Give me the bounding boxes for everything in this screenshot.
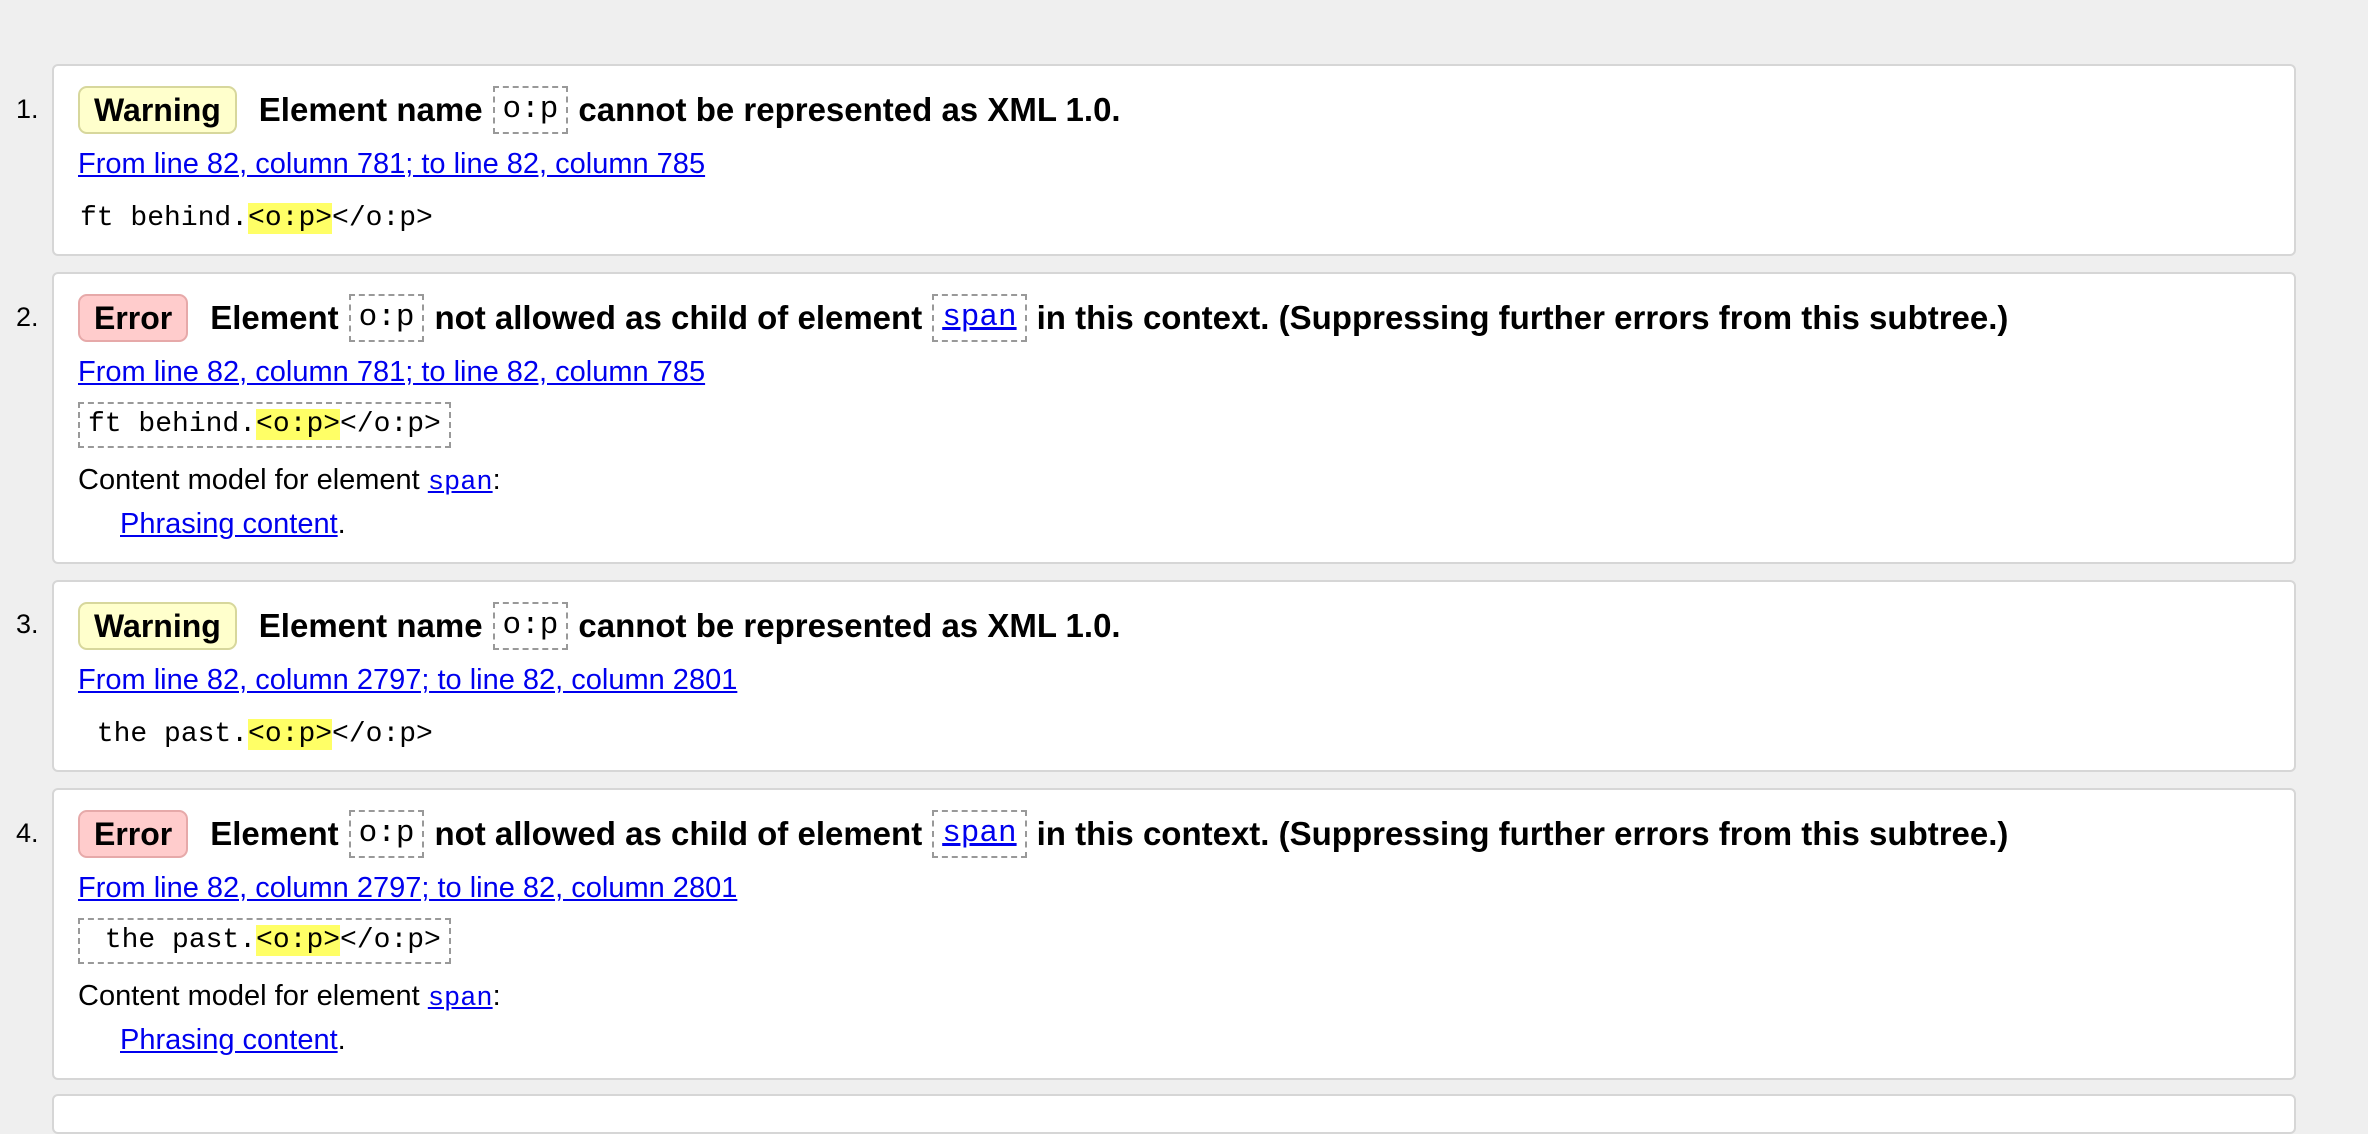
source-location-link[interactable]: From line 82, column 781; to line 82, co… bbox=[78, 148, 705, 181]
extract-highlight: <o:p> bbox=[248, 203, 333, 234]
content-model-period: . bbox=[337, 508, 346, 540]
extract-text: ft behind. bbox=[88, 409, 257, 440]
content-model-detail: Phrasing content. bbox=[120, 1024, 346, 1057]
message-text: in this context. (Suppressing further er… bbox=[1036, 299, 2009, 336]
extract-text: </o:p> bbox=[332, 719, 433, 750]
message-text: cannot be represented as XML 1.0. bbox=[578, 91, 1121, 128]
parent-element-code: span bbox=[932, 294, 1027, 342]
content-model-period: . bbox=[337, 1024, 346, 1056]
message-text: not allowed as child of element bbox=[434, 299, 923, 336]
message-title: Warning Element name o:p cannot be repre… bbox=[78, 86, 1121, 134]
span-element-link[interactable]: span bbox=[428, 468, 493, 498]
extract-highlight: <o:p> bbox=[256, 409, 341, 440]
message-number: 3. bbox=[16, 609, 39, 639]
message-title: Error Element o:p not allowed as child o… bbox=[78, 294, 2008, 342]
extract-text: </o:p> bbox=[332, 203, 433, 234]
element-code: o:p bbox=[348, 294, 425, 342]
warning-badge: Warning bbox=[78, 602, 237, 650]
message-number: 1. bbox=[16, 94, 39, 124]
extract-text: </o:p> bbox=[340, 409, 441, 440]
span-element-link[interactable]: span bbox=[942, 816, 1016, 851]
message-text: cannot be represented as XML 1.0. bbox=[578, 607, 1121, 644]
source-extract: ft behind.<o:p></o:p> bbox=[78, 402, 451, 448]
extract-highlight: <o:p> bbox=[248, 719, 333, 750]
source-extract: ft behind.<o:p></o:p> bbox=[70, 196, 443, 242]
source-location-link[interactable]: From line 82, column 2797; to line 82, c… bbox=[78, 872, 737, 905]
error-badge: Error bbox=[78, 810, 189, 858]
span-element-link[interactable]: span bbox=[428, 984, 493, 1014]
extract-text: ft behind. bbox=[80, 203, 249, 234]
message-text: in this context. (Suppressing further er… bbox=[1036, 815, 2009, 852]
message-text: Element name bbox=[258, 607, 483, 644]
content-model-line: Content model for element span: bbox=[78, 980, 501, 1014]
message-item-warning: Warning Element name o:p cannot be repre… bbox=[52, 580, 2296, 772]
phrasing-content-link[interactable]: Phrasing content bbox=[120, 508, 338, 540]
message-item-partial bbox=[52, 1094, 2296, 1134]
message-number: 2. bbox=[16, 302, 39, 332]
content-model-colon: : bbox=[492, 980, 501, 1012]
span-element-link[interactable]: span bbox=[942, 300, 1016, 335]
message-title: Error Element o:p not allowed as child o… bbox=[78, 810, 2008, 858]
extract-text: the past. bbox=[80, 719, 249, 750]
message-text: Element bbox=[210, 815, 339, 852]
source-extract: the past.<o:p></o:p> bbox=[78, 918, 451, 964]
error-badge: Error bbox=[78, 294, 189, 342]
message-text: Element name bbox=[258, 91, 483, 128]
source-extract: the past.<o:p></o:p> bbox=[70, 712, 443, 758]
content-model-detail: Phrasing content. bbox=[120, 508, 346, 541]
content-model-line: Content model for element span: bbox=[78, 464, 501, 498]
message-title: Warning Element name o:p cannot be repre… bbox=[78, 602, 1121, 650]
phrasing-content-link[interactable]: Phrasing content bbox=[120, 1024, 338, 1056]
element-code: o:p bbox=[492, 86, 569, 134]
message-item-error: Error Element o:p not allowed as child o… bbox=[52, 272, 2296, 564]
content-model-label: Content model for element bbox=[78, 980, 420, 1012]
extract-text: the past. bbox=[88, 925, 257, 956]
parent-element-code: span bbox=[932, 810, 1027, 858]
content-model-label: Content model for element bbox=[78, 464, 420, 496]
element-code: o:p bbox=[348, 810, 425, 858]
extract-text: </o:p> bbox=[340, 925, 441, 956]
message-item-warning: Warning Element name o:p cannot be repre… bbox=[52, 64, 2296, 256]
message-text: Element bbox=[210, 299, 339, 336]
source-location-link[interactable]: From line 82, column 2797; to line 82, c… bbox=[78, 664, 737, 697]
message-item-error: Error Element o:p not allowed as child o… bbox=[52, 788, 2296, 1080]
message-number: 4. bbox=[16, 818, 39, 848]
element-code: o:p bbox=[492, 602, 569, 650]
warning-badge: Warning bbox=[78, 86, 237, 134]
source-location-link[interactable]: From line 82, column 781; to line 82, co… bbox=[78, 356, 705, 389]
content-model-colon: : bbox=[492, 464, 501, 496]
extract-highlight: <o:p> bbox=[256, 925, 341, 956]
message-text: not allowed as child of element bbox=[434, 815, 923, 852]
